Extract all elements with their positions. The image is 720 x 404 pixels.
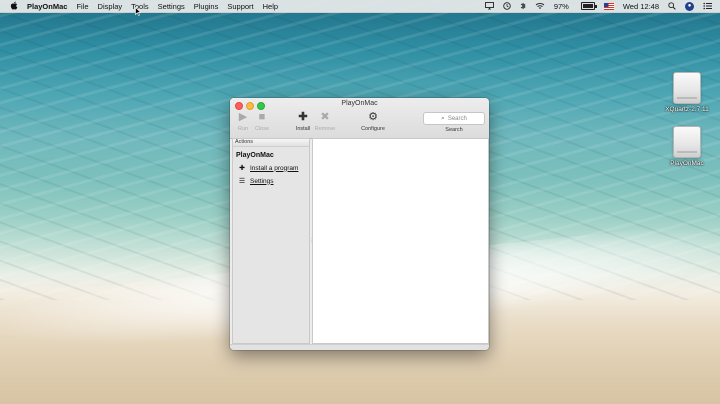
actions-sidebar: Actions PlayOnMac ✚ Install a program ☰ … [232, 138, 310, 344]
playonmac-window: PlayOnMac ▶ Run ■ Close ✚ Install ✖ Remo… [230, 98, 489, 350]
menu-file[interactable]: File [76, 2, 88, 11]
split-handle[interactable]: ⋮ [309, 238, 314, 244]
stop-icon: ■ [258, 111, 266, 123]
configure-label: Configure [361, 126, 385, 132]
status-area: 97% Wed 12:48 ● [476, 1, 712, 11]
action-settings[interactable]: ☰ Settings [238, 177, 309, 186]
apple-icon[interactable] [9, 1, 19, 12]
screen-mirror-icon[interactable] [484, 2, 494, 10]
close-label: Close [254, 126, 270, 132]
disk-icon [673, 72, 701, 104]
time-machine-icon[interactable] [503, 2, 511, 10]
window-titlebar[interactable]: PlayOnMac ▶ Run ■ Close ✚ Install ✖ Remo… [230, 98, 489, 139]
remove-label: Remove [314, 126, 336, 132]
desktop-icon-playonmac[interactable]: PlayOnMac [657, 126, 717, 167]
search-icon: ⌕ [441, 114, 445, 122]
desktop-icon-xquartz[interactable]: XQuartz-2.7.11 [657, 72, 717, 113]
configure-button[interactable]: ⚙ Configure [360, 111, 386, 132]
program-list[interactable] [312, 138, 489, 344]
close-button[interactable]: ■ Close [249, 111, 275, 132]
menu-playonmac[interactable]: PlayOnMac [27, 2, 67, 11]
clock[interactable]: Wed 12:48 [623, 2, 659, 11]
remove-button[interactable]: ✖ Remove [312, 111, 338, 132]
window-status-bar [230, 344, 489, 350]
action-label[interactable]: Settings [250, 178, 274, 185]
search-placeholder: Search [447, 115, 467, 122]
search-label: Search [445, 127, 463, 133]
input-flag-icon[interactable] [603, 2, 614, 10]
wifi-icon[interactable] [535, 2, 545, 10]
desktop-icon-label: XQuartz-2.7.11 [665, 106, 709, 113]
menu-help[interactable]: Help [263, 2, 278, 11]
disk-icon [673, 126, 701, 158]
list-icon: ☰ [238, 178, 246, 185]
battery-percent: 97% [553, 1, 569, 11]
mouse-cursor-icon [135, 7, 141, 16]
spotlight-icon[interactable] [668, 2, 676, 10]
gear-icon: ⚙ [368, 111, 378, 123]
plus-icon: ✚ [239, 165, 245, 172]
action-label[interactable]: Install a program [250, 165, 298, 172]
menu-display[interactable]: Display [98, 2, 123, 11]
menu-settings[interactable]: Settings [158, 2, 185, 11]
battery-icon[interactable] [578, 2, 597, 10]
remove-x-icon: ✖ [320, 111, 330, 123]
sidebar-section-header: Actions [233, 139, 309, 147]
window-title: PlayOnMac [341, 100, 378, 107]
action-install-program[interactable]: ✚ Install a program [238, 164, 309, 173]
notification-center-icon[interactable] [703, 2, 712, 10]
bluetooth-icon[interactable] [520, 2, 526, 10]
search-input[interactable]: ⌕ Search [423, 112, 485, 125]
menu-support[interactable]: Support [227, 2, 253, 11]
menu-plugins[interactable]: Plugins [194, 2, 219, 11]
sidebar-app-name: PlayOnMac [236, 152, 274, 159]
desktop-icon-label: PlayOnMac [670, 160, 704, 167]
menu-bar: PlayOnMac File Display Tools Settings Pl… [0, 0, 720, 13]
user-avatar-icon[interactable]: ● [685, 1, 694, 11]
